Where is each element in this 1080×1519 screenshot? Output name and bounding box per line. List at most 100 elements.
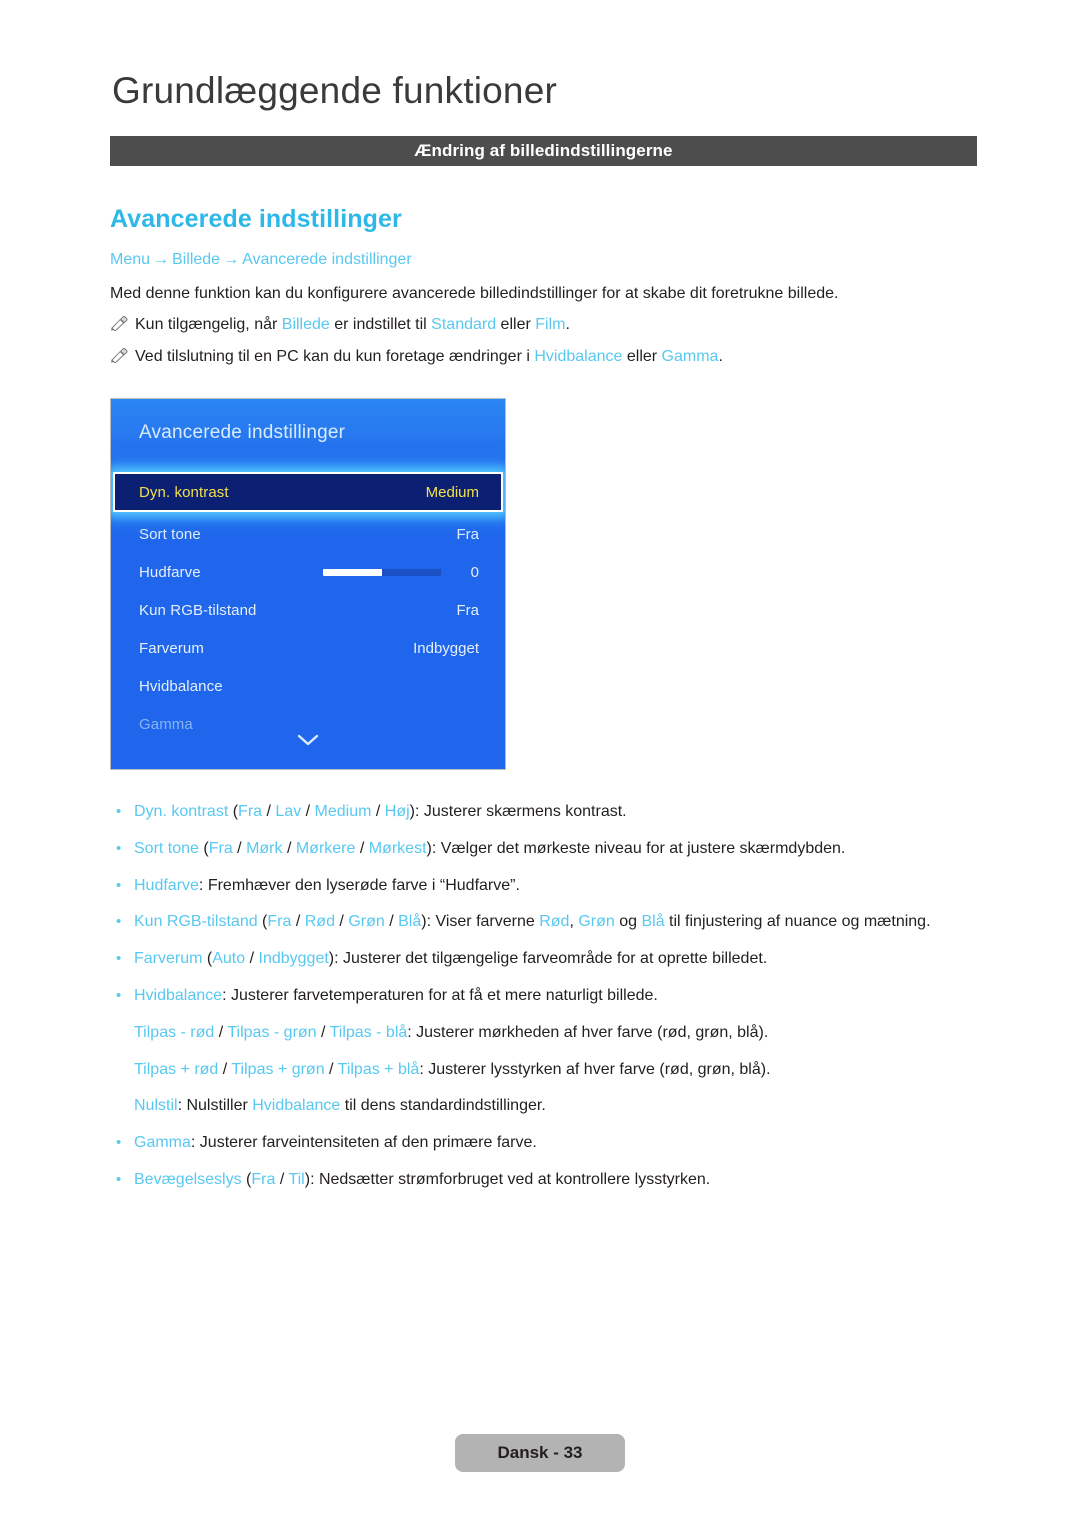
note-highlight: Standard (431, 316, 497, 333)
list-item: Hvidbalance: Justerer farvetemperaturen … (112, 986, 992, 1007)
chevron-down-icon[interactable] (111, 734, 505, 751)
description-text: til dens standardindstillinger. (340, 1097, 546, 1115)
sep: / (232, 839, 247, 857)
option: Fra (267, 913, 292, 931)
option: Tilpas + rød (134, 1060, 219, 1078)
note-highlight: Billede (281, 316, 330, 333)
tv-menu-item-label: Dyn. kontrast (139, 483, 229, 501)
punct: ( (241, 1170, 252, 1188)
option: Høj (384, 803, 410, 820)
description-text: : Justerer farveintensiteten af den prim… (190, 1134, 537, 1152)
note-highlight: Film (535, 316, 566, 333)
tv-menu-item-label: Hudfarve (139, 563, 201, 581)
tv-menu-item-value: 0 (470, 563, 479, 581)
tv-menu-item-label: Gamma (139, 715, 193, 733)
option: Tilpas - blå (329, 1023, 408, 1041)
note-text: Ved tilslutning til en PC kan du kun for… (135, 348, 535, 365)
option: Fra (238, 803, 263, 820)
tv-menu-item-value: Medium (425, 483, 479, 501)
note-text: Kun tilgængelig, når (135, 316, 282, 333)
description-text: : Justerer det tilgængelige farveområde … (334, 950, 768, 968)
term: Dyn. kontrast (134, 803, 229, 820)
list-item: Farverum (Auto / Indbygget): Justerer de… (112, 949, 992, 970)
tv-menu-item-value: Fra (456, 601, 480, 619)
option: Tilpas + grøn (231, 1060, 325, 1078)
page-number-label: Dansk - 33 (497, 1443, 583, 1462)
term: Kun RGB-tilstand (134, 913, 258, 931)
sep: / (275, 1170, 289, 1188)
tv-menu-item-label: Sort tone (139, 525, 201, 543)
breadcrumb-item-menu: Menu (110, 251, 151, 268)
term: Sort tone (134, 839, 199, 857)
option: Mørkest (368, 839, 427, 857)
description-text: , (569, 913, 579, 931)
note-pencil-icon (110, 316, 130, 332)
list-item: Dyn. kontrast (Fra / Lav / Medium / Høj)… (112, 802, 992, 823)
option: Mørk (246, 839, 283, 857)
manual-page: Grundlæggende funktioner Ændring af bill… (0, 0, 1080, 1519)
description-list: Dyn. kontrast (Fra / Lav / Medium / Høj)… (112, 802, 992, 1207)
option: Grøn (348, 913, 385, 931)
sep: / (324, 1060, 338, 1078)
note-item: Kun tilgængelig, når Billede er indstill… (110, 315, 980, 336)
sep: / (218, 1060, 232, 1078)
slider-track[interactable] (323, 568, 441, 576)
term: Farverum (134, 950, 203, 968)
list-item: Bevægelseslys (Fra / Til): Nedsætter str… (112, 1170, 992, 1191)
description-text: : Justerer farvetemperaturen for at få e… (222, 986, 658, 1004)
tv-menu-item-label: Hvidbalance (139, 677, 223, 695)
term: Bevægelseslys (134, 1170, 242, 1188)
tv-menu-item-sort-tone[interactable]: Sort tone Fra (111, 515, 505, 553)
description-text: : Justerer mørkheden af hver farve (rød,… (407, 1023, 769, 1041)
note-pencil-icon (110, 348, 130, 364)
punct: ( (202, 950, 213, 968)
sep: / (384, 913, 399, 931)
note-text: eller (622, 348, 662, 365)
section-band: Ændring af billedindstillingerne (110, 136, 977, 166)
description-text: og (614, 913, 642, 931)
color-blue: Blå (641, 913, 665, 931)
breadcrumb-arrow-icon: → (223, 251, 240, 268)
tv-menu-item-value: Indbygget (413, 639, 479, 657)
option: Fra (208, 839, 233, 857)
punct: ( (228, 803, 239, 820)
color-green: Grøn (578, 913, 615, 931)
tv-menu-rows: Dyn. kontrast Medium Sort tone Fra Hudfa… (111, 471, 505, 743)
sep: / (245, 950, 259, 968)
option: Fra (251, 1170, 276, 1188)
description-text: : Nedsætter strømforbruget ved at kontro… (310, 1170, 711, 1188)
sep: / (371, 803, 385, 820)
note-text: . (565, 316, 570, 333)
term: Gamma (134, 1134, 191, 1152)
sub-description: Tilpas - rød / Tilpas - grøn / Tilpas - … (112, 1023, 992, 1044)
sep: / (214, 1023, 228, 1041)
term-reference: Hvidbalance (252, 1097, 341, 1115)
tv-menu-item-hvidbalance[interactable]: Hvidbalance (111, 667, 505, 705)
page-title: Grundlæggende funktioner (112, 70, 557, 111)
sub-description: Nulstil: Nulstiller Hvidbalance til dens… (112, 1096, 992, 1117)
list-item: Hudfarve: Fremhæver den lyserøde farve i… (112, 876, 992, 897)
tv-menu-item-farverum[interactable]: Farverum Indbygget (111, 629, 505, 667)
sep: / (262, 803, 276, 820)
note-highlight: Hvidbalance (534, 348, 623, 365)
tv-menu-item-kun-rgb-tilstand[interactable]: Kun RGB-tilstand Fra (111, 591, 505, 629)
description-text: : Nulstiller (177, 1097, 253, 1115)
sep: / (301, 803, 315, 820)
note-text: er indstillet til (329, 316, 432, 333)
term: Hvidbalance (134, 986, 223, 1004)
option: Medium (314, 803, 372, 820)
tv-menu-item-dyn-kontrast[interactable]: Dyn. kontrast Medium (113, 472, 503, 512)
sep: / (316, 1023, 330, 1041)
breadcrumb: Menu → Billede → Avancerede indstillinger (110, 251, 412, 269)
hudfarve-slider[interactable]: 0 (323, 564, 479, 581)
breadcrumb-item-avancerede: Avancerede indstillinger (242, 251, 412, 268)
list-item: Kun RGB-tilstand (Fra / Rød / Grøn / Blå… (112, 912, 992, 933)
slider-fill (323, 568, 382, 576)
tv-menu-item-hudfarve[interactable]: Hudfarve 0 (111, 553, 505, 591)
description-text: til finjustering af nuance og mætning. (664, 913, 931, 931)
list-item: Sort tone (Fra / Mørk / Mørkere / Mørkes… (112, 839, 992, 860)
description-text: : Fremhæver den lyserøde farve i “Hudfar… (198, 876, 520, 894)
option: Auto (212, 950, 246, 968)
sub-description: Tilpas + rød / Tilpas + grøn / Tilpas + … (112, 1060, 992, 1081)
tv-menu-panel: Avancerede indstillinger Dyn. kontrast M… (110, 398, 506, 770)
